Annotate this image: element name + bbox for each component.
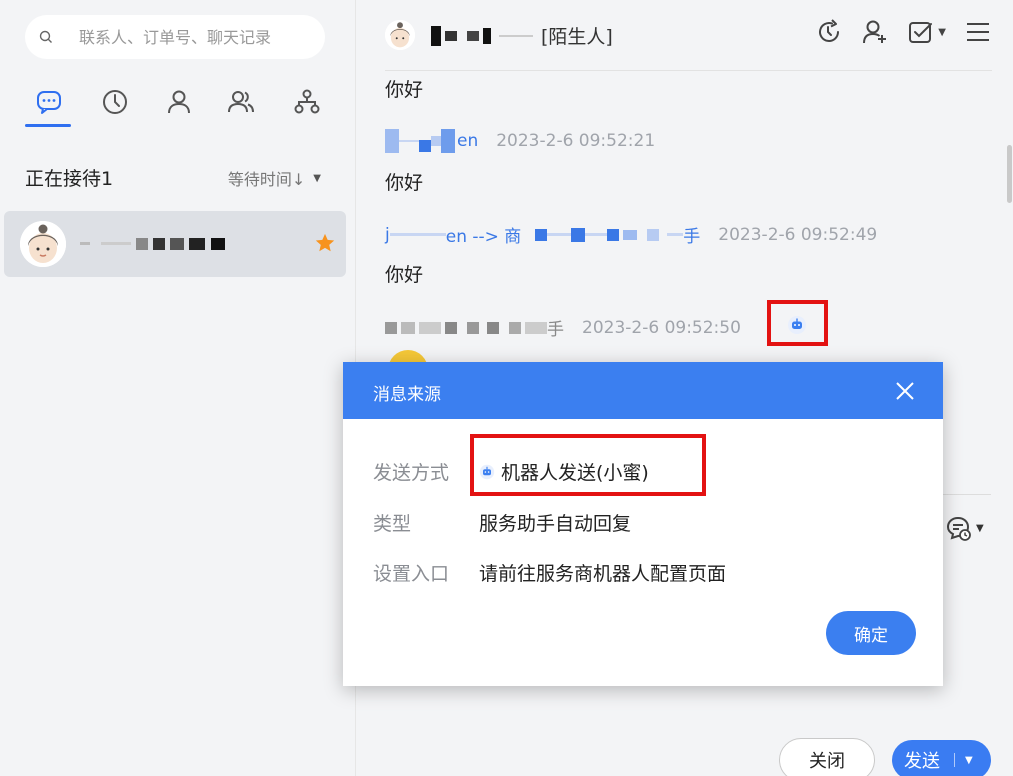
send-button-label: 发送 [904,751,940,772]
tab-organization[interactable] [285,88,329,128]
message-meta: j en --> 商 手 2023-2-6 09:52:49 [385,222,878,248]
robot-source-highlight [767,300,828,346]
row-label: 类型 [373,513,412,535]
dialog-row-type: 类型 服务助手自动回复 [373,509,631,536]
caret-down-icon[interactable]: ▼ [965,755,973,766]
org-tree-icon [294,89,320,114]
tab-groups[interactable] [219,88,263,128]
message-sender: 手 [385,315,564,340]
contact-name-redacted [80,233,225,250]
message-sender: en [385,129,478,153]
search-icon [39,30,52,43]
contact-item[interactable] [4,211,346,277]
queue-title: 正在接待1 [25,168,114,190]
cartoon-avatar-icon [20,221,66,267]
close-button[interactable]: 关闭 [779,738,875,776]
caret-down-icon: ▼ [313,172,321,184]
message-time: 2023-2-6 09:52:21 [496,131,656,151]
chat-name-redacted [431,25,533,46]
row-value: 请前往服务商机器人配置页面 [479,563,727,585]
close-icon[interactable] [893,379,917,403]
queue-sort-dropdown[interactable]: 等待时间↓ ▼ [228,166,321,190]
quick-reply-icon [946,516,971,541]
input-divider [943,494,991,495]
robot-icon[interactable] [787,316,807,334]
message-text: 你好 [385,172,424,194]
stranger-tag: [陌生人] [541,26,613,48]
dialog-title: 消息来源 [373,385,441,405]
sidebar-tabs [25,88,325,132]
row-label: 设置入口 [373,563,450,585]
header-tools: ▼ [815,18,992,46]
chat-title: [陌生人] [431,22,613,49]
menu-icon[interactable] [964,18,992,46]
star-icon[interactable] [314,232,336,254]
tab-contacts[interactable] [157,88,201,128]
row-label: 发送方式 [373,462,450,484]
send-method-highlight [470,434,706,496]
checked-task-icon [909,22,933,43]
queue-sort-label: 等待时间↓ [227,170,306,189]
message-text: 你好 [385,79,424,101]
chat-scrollbar[interactable] [1007,145,1012,203]
queue-header: 正在接待1 等待时间↓ ▼ [25,164,325,190]
message-time: 2023-2-6 09:52:50 [582,317,741,338]
clock-icon [103,90,127,114]
caret-down-icon: ▼ [976,522,984,534]
send-button[interactable]: 发送 ▼ [892,740,991,776]
message-meta: en 2023-2-6 09:52:21 [385,129,655,153]
caret-down-icon: ▼ [938,26,946,38]
cartoon-avatar-icon [385,20,415,50]
message-sender: j en --> 商 手 [385,224,701,248]
search-input[interactable] [79,27,299,47]
message-source-dialog: 消息来源 发送方式 机器人发送(小蜜) 类型 服务助手自动回复 设置入口 请前往… [343,362,943,686]
search-box[interactable] [25,15,325,59]
confirm-button[interactable]: 确定 [826,611,916,655]
tab-chats[interactable] [27,88,71,128]
send-divider [954,753,955,767]
active-tab-indicator [25,124,71,127]
header-divider [385,70,992,71]
sidebar: 正在接待1 等待时间↓ ▼ [0,0,356,776]
avatar [20,221,66,267]
chat-avatar [385,20,415,50]
chat-header: [陌生人] ▼ [385,14,992,58]
dialog-row-settings-entry: 设置入口 请前往服务商机器人配置页面 [373,559,726,586]
person-icon [168,90,190,114]
task-dropdown[interactable]: ▼ [907,18,946,46]
row-value: 服务助手自动回复 [479,513,632,535]
dialog-header: 消息来源 [343,362,943,419]
quick-reply-dropdown[interactable]: ▼ [944,514,984,542]
message-time: 2023-2-6 09:52:49 [718,224,878,245]
add-user-icon[interactable] [861,18,889,46]
message-meta: 手 2023-2-6 09:52:50 [385,315,741,340]
message-text: 你好 [385,264,424,286]
refresh-icon[interactable] [815,18,843,46]
tab-history[interactable] [93,88,137,128]
group-icon [228,91,254,113]
chat-bubble-icon [37,91,61,114]
